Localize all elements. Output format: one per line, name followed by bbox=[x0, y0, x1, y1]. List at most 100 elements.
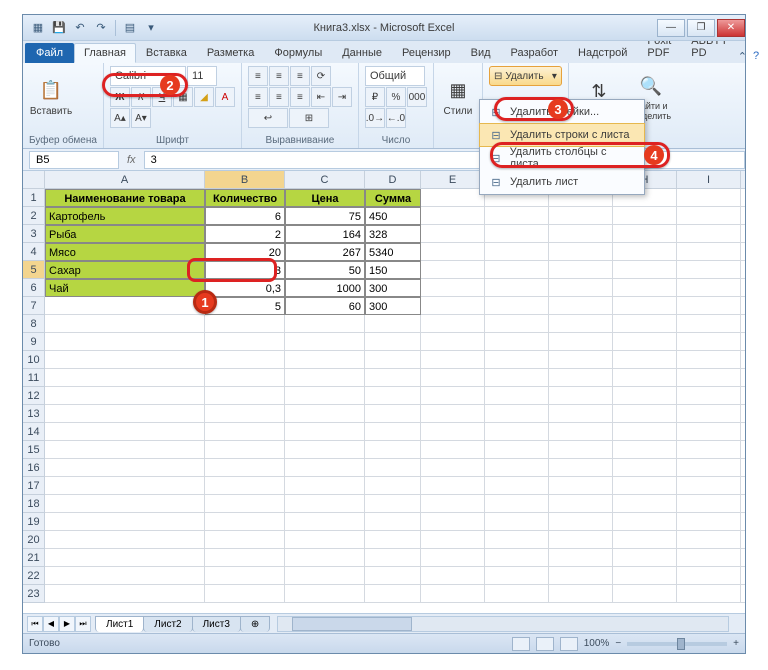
cell[interactable] bbox=[741, 207, 745, 225]
cell[interactable] bbox=[677, 315, 741, 333]
cell[interactable] bbox=[485, 279, 549, 297]
cell[interactable] bbox=[549, 441, 613, 459]
cell[interactable]: 5340 bbox=[365, 243, 421, 261]
cell[interactable] bbox=[205, 585, 285, 603]
prev-sheet-button[interactable]: ◀ bbox=[43, 616, 59, 632]
cell[interactable]: 450 bbox=[365, 207, 421, 225]
cell[interactable] bbox=[485, 549, 549, 567]
cell[interactable] bbox=[677, 585, 741, 603]
cell[interactable] bbox=[205, 477, 285, 495]
cell[interactable] bbox=[741, 531, 745, 549]
cell[interactable]: 164 bbox=[285, 225, 365, 243]
zoom-slider[interactable] bbox=[627, 642, 727, 646]
cell[interactable] bbox=[549, 351, 613, 369]
cell[interactable] bbox=[485, 423, 549, 441]
cell[interactable] bbox=[365, 441, 421, 459]
minimize-button[interactable]: — bbox=[657, 19, 685, 37]
cell[interactable] bbox=[677, 495, 741, 513]
cell[interactable] bbox=[741, 333, 745, 351]
cell[interactable] bbox=[613, 495, 677, 513]
cell[interactable] bbox=[421, 495, 485, 513]
cell[interactable] bbox=[549, 495, 613, 513]
cell[interactable] bbox=[205, 369, 285, 387]
align-center-button[interactable]: ≡ bbox=[269, 87, 289, 107]
zoom-out-button[interactable]: − bbox=[615, 638, 621, 649]
cell[interactable] bbox=[549, 513, 613, 531]
help-icon[interactable]: ? bbox=[753, 50, 759, 63]
cell[interactable] bbox=[421, 513, 485, 531]
cell[interactable] bbox=[45, 351, 205, 369]
cell[interactable] bbox=[741, 549, 745, 567]
cell[interactable]: Количество bbox=[205, 189, 285, 207]
cell[interactable] bbox=[549, 459, 613, 477]
col-header-a[interactable]: A bbox=[45, 171, 205, 189]
cell[interactable] bbox=[549, 549, 613, 567]
cell[interactable]: 50 bbox=[285, 261, 365, 279]
merge-button[interactable]: ⊞ bbox=[289, 108, 329, 128]
cell[interactable] bbox=[485, 243, 549, 261]
indent-inc-button[interactable]: ⇥ bbox=[332, 87, 352, 107]
cell[interactable]: 2 bbox=[205, 225, 285, 243]
cell[interactable] bbox=[677, 549, 741, 567]
cell[interactable] bbox=[613, 405, 677, 423]
row-header[interactable]: 17 bbox=[23, 477, 45, 495]
row-header[interactable]: 15 bbox=[23, 441, 45, 459]
currency-button[interactable]: ₽ bbox=[365, 87, 385, 107]
cell[interactable] bbox=[421, 261, 485, 279]
cell[interactable] bbox=[549, 243, 613, 261]
shrink-font-button[interactable]: A▾ bbox=[131, 108, 151, 128]
save-icon[interactable]: 💾 bbox=[50, 19, 68, 37]
col-header-j[interactable]: J bbox=[741, 171, 745, 189]
cell[interactable] bbox=[421, 441, 485, 459]
cell[interactable] bbox=[365, 477, 421, 495]
row-header[interactable]: 12 bbox=[23, 387, 45, 405]
sheet-tab-1[interactable]: Лист1 bbox=[95, 616, 144, 632]
cell[interactable]: 0,3 bbox=[205, 279, 285, 297]
new-sheet-button[interactable]: ⊕ bbox=[240, 616, 270, 632]
cell[interactable] bbox=[485, 207, 549, 225]
cell[interactable]: 20 bbox=[205, 243, 285, 261]
cell[interactable] bbox=[45, 513, 205, 531]
zoom-in-button[interactable]: + bbox=[733, 638, 739, 649]
cell[interactable] bbox=[205, 459, 285, 477]
cell[interactable] bbox=[365, 585, 421, 603]
tab-insert[interactable]: Вставка bbox=[136, 43, 197, 63]
cell[interactable] bbox=[485, 567, 549, 585]
cell[interactable] bbox=[613, 207, 677, 225]
cell[interactable] bbox=[741, 279, 745, 297]
cell[interactable] bbox=[613, 351, 677, 369]
cell[interactable] bbox=[549, 207, 613, 225]
delete-button[interactable]: ⊟ Удалить ▾ bbox=[489, 66, 562, 86]
cell[interactable] bbox=[285, 513, 365, 531]
font-size-input[interactable]: 11 bbox=[187, 66, 217, 86]
cell[interactable] bbox=[549, 585, 613, 603]
cell[interactable] bbox=[485, 225, 549, 243]
cell[interactable] bbox=[365, 459, 421, 477]
cell[interactable] bbox=[421, 477, 485, 495]
cell[interactable] bbox=[421, 405, 485, 423]
cell[interactable] bbox=[741, 459, 745, 477]
cell[interactable]: 6 bbox=[205, 207, 285, 225]
cell[interactable] bbox=[613, 261, 677, 279]
align-top-button[interactable]: ≡ bbox=[248, 66, 268, 86]
qat-extra-1[interactable]: ▤ bbox=[121, 19, 139, 37]
paste-button[interactable]: 📋 Вставить bbox=[29, 66, 73, 128]
indent-dec-button[interactable]: ⇤ bbox=[311, 87, 331, 107]
cell[interactable] bbox=[421, 423, 485, 441]
cell[interactable] bbox=[45, 405, 205, 423]
tab-addins[interactable]: Надстрой bbox=[568, 43, 637, 63]
cell[interactable] bbox=[421, 207, 485, 225]
cell[interactable] bbox=[285, 585, 365, 603]
row-header[interactable]: 10 bbox=[23, 351, 45, 369]
last-sheet-button[interactable]: ⏭ bbox=[75, 616, 91, 632]
cell[interactable] bbox=[741, 351, 745, 369]
cell[interactable] bbox=[677, 441, 741, 459]
cell[interactable] bbox=[485, 297, 549, 315]
tab-layout[interactable]: Разметка bbox=[197, 43, 265, 63]
cell[interactable] bbox=[45, 423, 205, 441]
row-header[interactable]: 2 bbox=[23, 207, 45, 225]
cell[interactable] bbox=[421, 297, 485, 315]
row-header[interactable]: 9 bbox=[23, 333, 45, 351]
cell[interactable] bbox=[421, 333, 485, 351]
cell[interactable] bbox=[677, 189, 741, 207]
